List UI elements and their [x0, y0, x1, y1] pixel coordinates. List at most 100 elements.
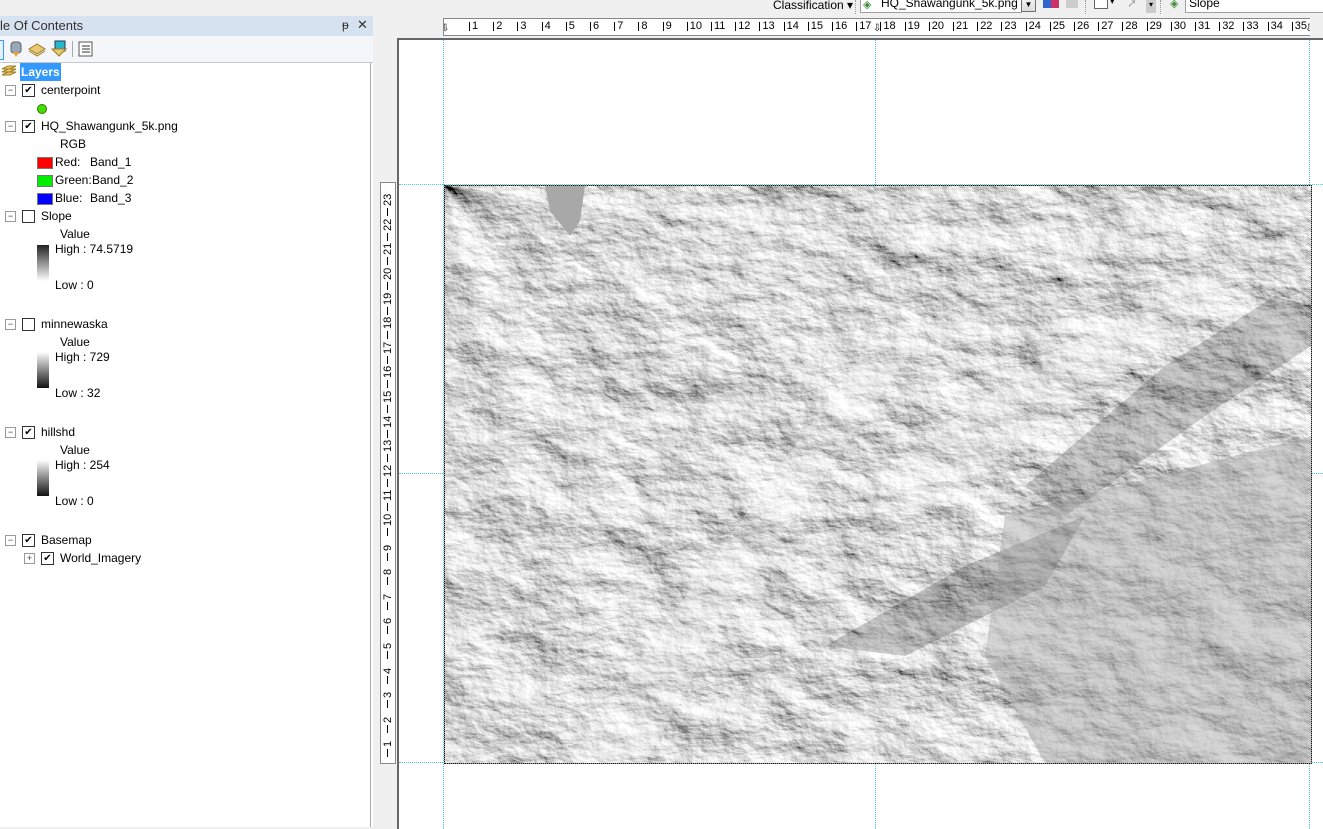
layer-row-minnewaska[interactable]: − minnewaska [0, 315, 360, 333]
ruler-tick-label: 11 [710, 20, 726, 32]
ruler-tick-label: 12 [382, 464, 394, 477]
pointer-icon[interactable]: ➚ [1127, 0, 1137, 10]
ruler-tick-label: 8 [638, 20, 648, 32]
layout-page[interactable] [397, 38, 1323, 829]
layer-row-basemap[interactable]: − ✔ Basemap [0, 531, 360, 549]
ruler-tick [387, 257, 388, 266]
ruler-tick-label: 10 [382, 513, 394, 526]
ruler-guide-marker[interactable]: ⇩ [873, 23, 881, 34]
layer-visibility-checkbox[interactable]: ✔ [22, 120, 35, 133]
collapse-icon[interactable]: − [5, 211, 16, 222]
ruler-tick-label: 21 [952, 20, 969, 32]
ruler-tick-label: 15 [382, 390, 394, 403]
ruler-tick [387, 282, 388, 290]
ruler-origin-marker[interactable]: ⇩ [444, 23, 449, 34]
blue-band-swatch[interactable] [37, 193, 53, 205]
layer-name: Slope [41, 209, 72, 223]
layer-visibility-checkbox[interactable] [22, 210, 35, 223]
vertical-ruler[interactable]: 1 2 3 4 5 6 7 8 9 10 11 12 13 14 15 16 17 18 19 20 21 22 23 [380, 182, 396, 764]
point-symbol-icon[interactable] [37, 104, 47, 114]
ruler-tick-label: 15 [807, 20, 824, 32]
ruler-tick-label: 21 [382, 243, 394, 256]
layers-root-label: Layers [20, 63, 61, 81]
ruler-tick-label: 28 [1122, 20, 1138, 32]
rectangle-dropdown-icon[interactable]: ▾ [1110, 0, 1115, 7]
ruler-tick-label: 16 [831, 20, 848, 32]
ruler-tick-label: 19 [382, 292, 394, 305]
overflow-icon[interactable]: ▾ [1146, 0, 1156, 13]
slope-combo[interactable]: Slope [1185, 0, 1323, 13]
hillshade-relief-map[interactable] [445, 186, 1311, 763]
ruler-tick [387, 700, 388, 709]
close-icon[interactable]: ✕ [357, 17, 368, 33]
ruler-tick-label: 2 [382, 716, 394, 723]
layout-view[interactable]: ⇩123456789101112131415161718192021222324… [373, 16, 1323, 829]
layer-visibility-checkbox[interactable]: ✔ [22, 534, 35, 547]
layer-combo-dropdown-icon[interactable]: ▼ [1021, 0, 1036, 12]
expand-icon[interactable]: + [24, 553, 35, 564]
layer-combo[interactable]: ◈ HQ_Shawangunk_5k.png [860, 0, 1022, 13]
layer-combo-value: HQ_Shawangunk_5k.png [881, 0, 1018, 10]
horizontal-ruler[interactable]: ⇩123456789101112131415161718192021222324… [443, 18, 1310, 36]
collapse-icon[interactable]: − [5, 319, 16, 330]
slope-layer-icon: ◈ [1170, 0, 1179, 10]
collapse-icon[interactable]: − [5, 121, 16, 132]
legend-high: High : 729 [55, 350, 110, 364]
layer-name: Basemap [41, 533, 92, 547]
layer-row-hillshd[interactable]: − ✔ hillshd [0, 423, 360, 441]
legend-band-red: Red: Band_1 [55, 153, 131, 171]
red-band-swatch[interactable] [37, 157, 53, 169]
layer-visibility-checkbox[interactable]: ✔ [22, 426, 35, 439]
ruler-guide-marker[interactable]: ⇩ [1305, 23, 1310, 34]
ruler-tick-label: 18 [880, 20, 896, 32]
options-icon[interactable] [78, 40, 96, 58]
pin-icon[interactable]: ᵽ [342, 18, 349, 32]
layer-row-hq-shawangunk[interactable]: − ✔ HQ_Shawangunk_5k.png [0, 117, 360, 135]
list-by-selection-icon[interactable] [50, 40, 68, 58]
ruler-tick [387, 601, 388, 610]
legend-low: Low : 0 [55, 494, 94, 508]
ruler-tick-label: 25 [1049, 20, 1066, 32]
color-ramp-hillshd[interactable] [37, 460, 49, 496]
ruler-tick [387, 232, 388, 241]
band-label: Green: [55, 173, 92, 187]
list-by-drawing-order-icon[interactable] [0, 40, 4, 60]
ruler-tick-label: 20 [382, 267, 394, 280]
layer-visibility-checkbox[interactable]: ✔ [22, 84, 35, 97]
legend-heading: RGB [60, 137, 87, 151]
rectangle-tool-icon[interactable] [1094, 0, 1108, 9]
ruler-tick [387, 626, 388, 635]
list-by-source-icon[interactable] [8, 40, 26, 58]
histogram-icon[interactable] [1043, 0, 1059, 8]
ruler-tick-label: 11 [382, 489, 394, 502]
layer-name: minnewaska [41, 317, 108, 331]
collapse-icon[interactable]: − [5, 535, 16, 546]
color-ramp-minnewaska[interactable] [37, 352, 49, 388]
ruler-tick-label: 4 [541, 20, 551, 32]
collapse-icon[interactable]: − [5, 427, 16, 438]
layer-row-slope[interactable]: − Slope [0, 207, 360, 225]
ruler-tick [387, 724, 388, 733]
classification-dropdown[interactable]: Classification ▾ [773, 0, 853, 13]
toc-title-bar: le Of Contents ᵽ ✕ [0, 16, 373, 36]
ruler-tick-label: 1 [468, 20, 479, 32]
layer-row-world-imagery[interactable]: + ✔ World_Imagery [0, 549, 360, 567]
toc-tree: Layers − ✔ centerpoint − ✔ HQ_Shawangunk… [0, 63, 371, 827]
ruler-tick [387, 478, 388, 487]
ruler-tick-label: 17 [382, 341, 394, 354]
layer-visibility-checkbox[interactable] [22, 318, 35, 331]
ruler-tick-label: 9 [382, 544, 394, 551]
ruler-tick-label: 29 [1146, 20, 1162, 32]
layer-visibility-checkbox[interactable]: ✔ [41, 552, 54, 565]
ruler-tick-label: 3 [517, 20, 527, 32]
list-by-visibility-icon[interactable] [28, 40, 46, 58]
ruler-tick [387, 503, 388, 512]
layer-name: HQ_Shawangunk_5k.png [41, 119, 178, 133]
color-ramp-slope[interactable] [37, 245, 49, 281]
ruler-tick-label: 19 [904, 20, 920, 32]
data-frame-hillshade-map[interactable] [444, 185, 1312, 764]
collapse-icon[interactable]: − [5, 85, 16, 96]
layer-row-centerpoint[interactable]: − ✔ centerpoint [0, 81, 360, 99]
ruler-tick [387, 429, 388, 438]
green-band-swatch[interactable] [37, 175, 53, 187]
